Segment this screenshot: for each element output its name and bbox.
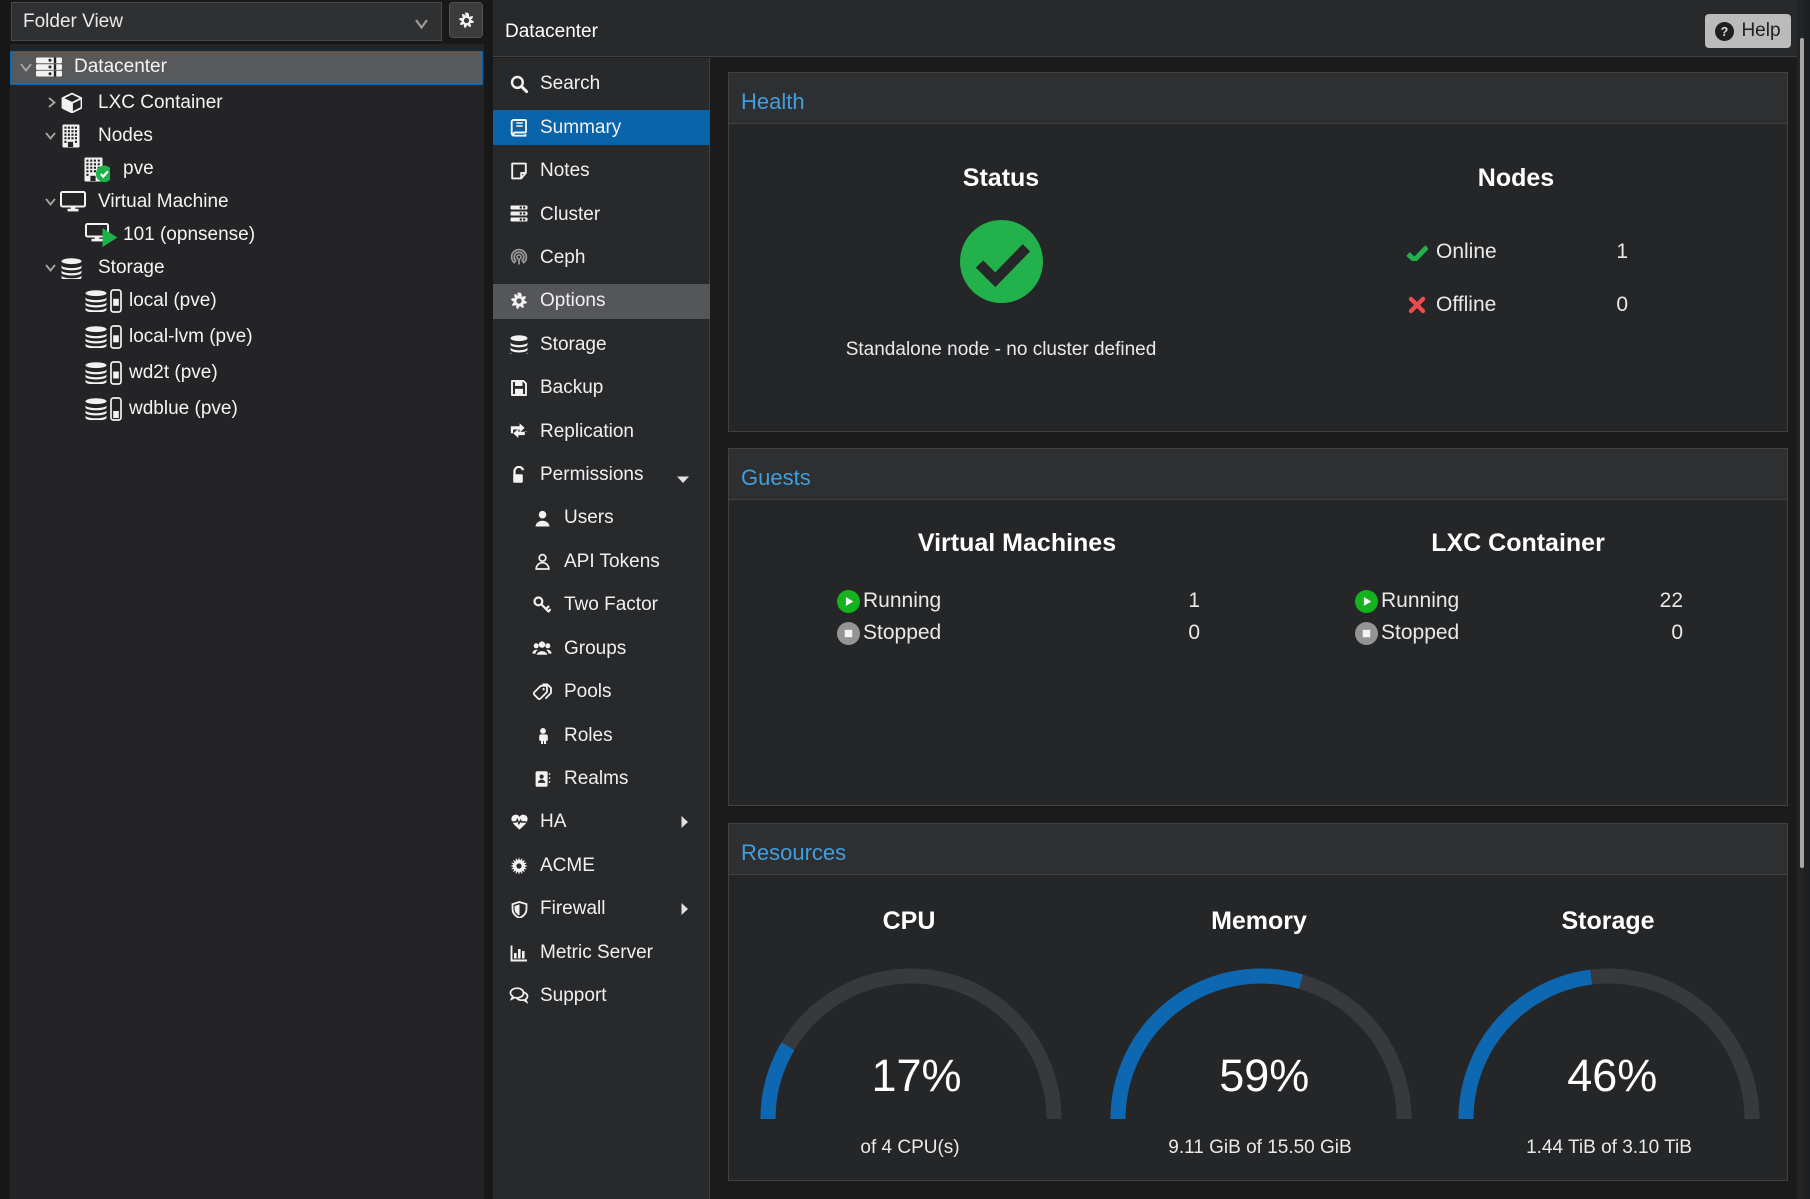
svg-text:?: ? [1721,24,1729,38]
